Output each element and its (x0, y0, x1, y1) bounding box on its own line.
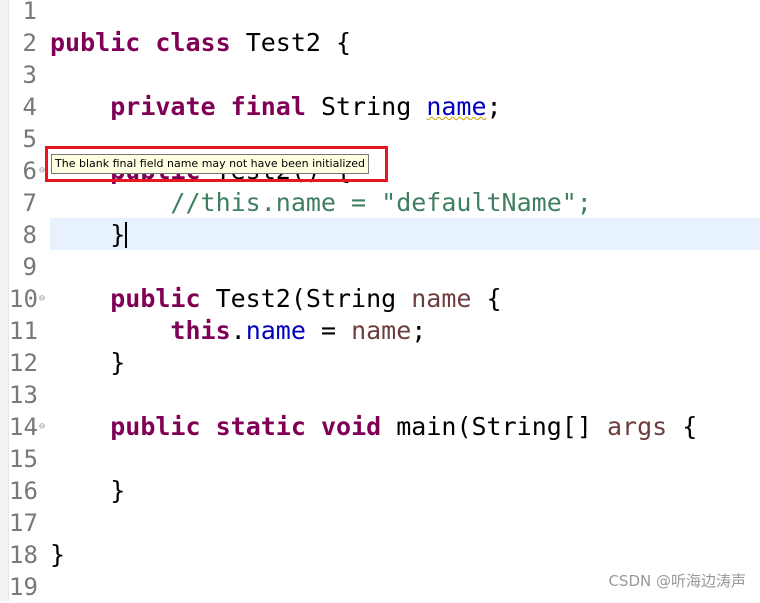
watermark: CSDN @听海边涛声 (608, 572, 746, 590)
line-number: 4 (22, 93, 37, 121)
code-token: } (50, 348, 126, 377)
text-caret (125, 222, 127, 248)
code-token: name (351, 316, 412, 345)
code-line: } (50, 347, 125, 379)
code-token: } (50, 220, 126, 249)
code-token: static (215, 412, 306, 441)
code-token: . (230, 316, 246, 345)
code-line: this.name = name; (50, 315, 426, 347)
code-token: name (426, 92, 487, 121)
code-token: Test2 { (230, 28, 352, 57)
code-token: ; (411, 316, 427, 345)
code-token: } (50, 540, 66, 569)
code-token: this (170, 316, 231, 345)
code-token: String (305, 92, 427, 121)
code-token: //this.name = "defaultName"; (170, 188, 592, 217)
code-line: } (50, 475, 125, 507)
annotation-highlight-box (45, 146, 388, 182)
line-number: 11 (9, 317, 38, 345)
fold-toggle-icon[interactable]: ⊖ (39, 411, 45, 443)
code-token: = (305, 316, 352, 345)
line-number: 19 (9, 573, 38, 601)
line-number: 2 (22, 29, 37, 57)
code-line: } (50, 539, 65, 571)
code-token: main(String[] (381, 412, 607, 441)
line-number: 14 (9, 413, 38, 441)
code-token: name (245, 316, 306, 345)
line-number: 1 (22, 0, 37, 25)
code-token: args (606, 412, 668, 441)
code-line: } (50, 219, 125, 251)
code-token: final (230, 92, 306, 121)
code-line: public static void main(String[] args { (50, 411, 697, 443)
line-number: 7 (22, 189, 37, 217)
code-token: public (50, 28, 141, 57)
code-token: Test2(String (200, 284, 412, 313)
current-line-highlight (50, 218, 760, 250)
code-token: name (411, 284, 472, 313)
line-number: 8 (22, 221, 37, 249)
code-line: //this.name = "defaultName"; (50, 187, 592, 219)
code-line: public Test2(String name { (50, 283, 502, 315)
line-number: 5 (22, 125, 37, 153)
code-line: private final String name; (50, 91, 502, 123)
line-number: 10 (9, 285, 38, 313)
line-number-gutter: 1 2 3 4 5 6 ⊖ 7 8 9 10 ⊖ 11 12 13 14 ⊖ 15 16 17 18 19 (9, 0, 47, 601)
line-number: 3 (22, 61, 37, 89)
line-number: 15 (9, 445, 38, 473)
line-number: 16 (9, 477, 38, 505)
code-token: public (110, 284, 201, 313)
line-number: 9 (22, 253, 37, 281)
code-token: void (320, 412, 382, 441)
code-token: } (50, 476, 126, 505)
code-line: public class Test2 { (50, 27, 351, 59)
fold-toggle-icon[interactable]: ⊖ (39, 283, 45, 315)
line-number: 17 (9, 509, 38, 537)
code-token: { (471, 284, 502, 313)
overview-ruler (0, 0, 9, 601)
code-token: public (110, 412, 201, 441)
code-token: { (667, 412, 698, 441)
code-token: ; (486, 92, 502, 121)
line-number: 6 (22, 157, 37, 185)
line-number: 18 (9, 541, 38, 569)
line-number: 13 (9, 381, 38, 409)
code-token: private (110, 92, 216, 121)
code-token: class (155, 28, 231, 57)
line-number: 12 (9, 349, 38, 377)
